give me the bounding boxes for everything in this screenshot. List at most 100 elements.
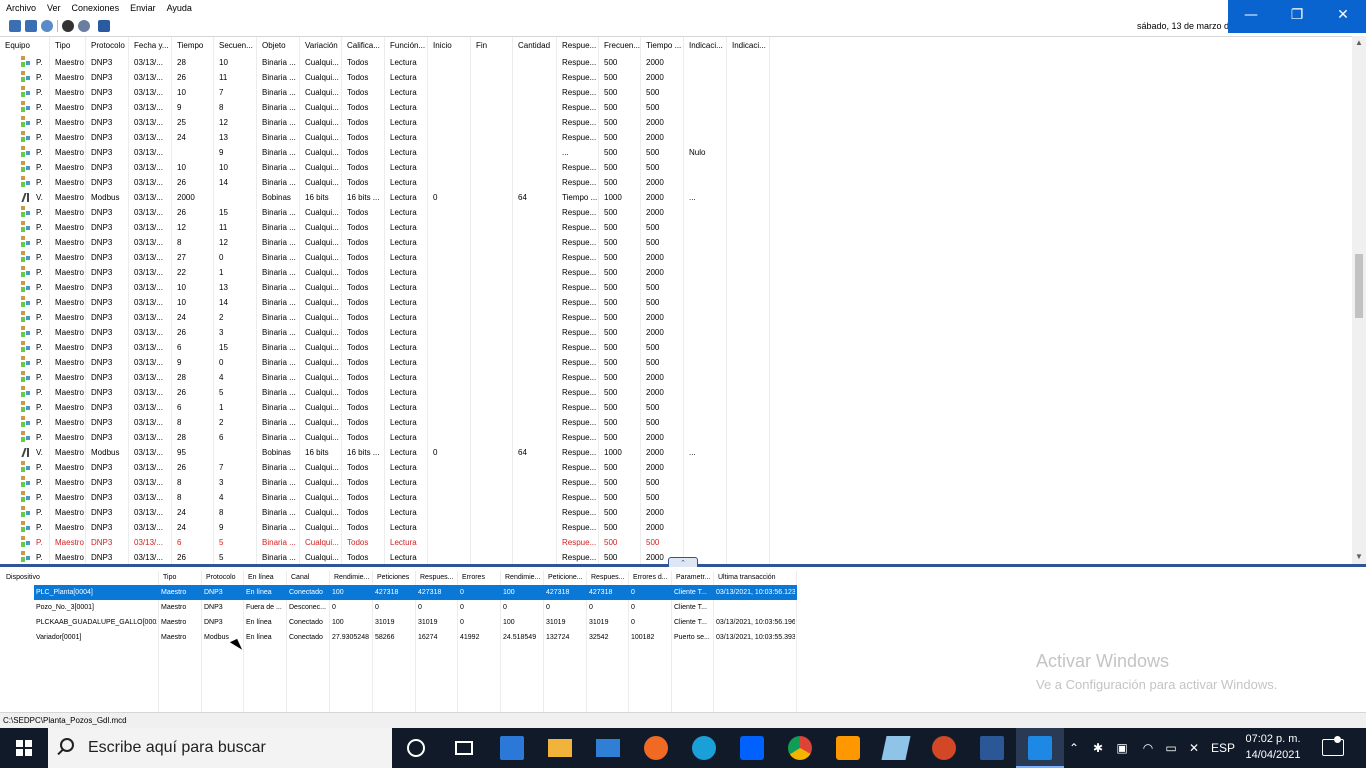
- transactions-scrollbar[interactable]: ▲ ▼: [1352, 36, 1366, 564]
- gear-icon[interactable]: [62, 20, 74, 32]
- table-row[interactable]: P. Maestro DNP3 03/13/... 6 15 Binaria ... Cual…: [0, 340, 1352, 355]
- table-row[interactable]: P. Maestro DNP3 03/13/... 22 1 Binaria ... Cual…: [0, 265, 1352, 280]
- table-row[interactable]: P. Maestro DNP3 03/13/... 26 7 Binaria ... Cual…: [0, 460, 1352, 475]
- column-header[interactable]: Peticione...: [544, 571, 587, 585]
- menu-archivo[interactable]: Archivo: [0, 0, 41, 13]
- table-row[interactable]: P. Maestro DNP3 03/13/... 24 2 Binaria ... Cual…: [0, 310, 1352, 325]
- language-indicator[interactable]: ESP: [1209, 728, 1237, 768]
- table-row[interactable]: P. Maestro DNP3 03/13/... 25 12 Binaria ... Cua…: [0, 115, 1352, 130]
- column-header[interactable]: Parametr...: [672, 571, 714, 585]
- menu-ayuda[interactable]: Ayuda: [161, 0, 197, 13]
- table-row[interactable]: P. Maestro DNP3 03/13/... 10 10 Binaria ... Cua…: [0, 160, 1352, 175]
- table-row[interactable]: V. Maestro Modbus 03/13/... 95 Bobinas 16 bits…: [0, 445, 1352, 460]
- table-row[interactable]: P. Maestro DNP3 03/13/... 9 0 Binaria ... Cualq…: [0, 355, 1352, 370]
- column-header[interactable]: Tiempo: [172, 37, 214, 55]
- column-header[interactable]: Variación: [300, 37, 342, 55]
- start-button[interactable]: [0, 728, 48, 768]
- taskbar-word[interactable]: [968, 728, 1016, 768]
- table-row[interactable]: P. Maestro DNP3 03/13/... 24 9 Binaria ... Cual…: [0, 520, 1352, 535]
- column-header[interactable]: Rendimie...: [501, 571, 544, 585]
- taskbar-edge[interactable]: [680, 728, 728, 768]
- column-header[interactable]: Ultima transacción: [714, 571, 797, 585]
- table-row[interactable]: P. Maestro DNP3 03/13/... 12 11 Binaria ... Cua…: [0, 220, 1352, 235]
- column-header[interactable]: Fin: [471, 37, 513, 55]
- column-header[interactable]: Rendimie...: [330, 571, 373, 585]
- table-row[interactable]: P. Maestro DNP3 03/13/... 10 13 Binaria ... Cua…: [0, 280, 1352, 295]
- taskbar-firefox[interactable]: [632, 728, 680, 768]
- column-header[interactable]: Dispositivo: [2, 571, 161, 585]
- cortana-button[interactable]: [392, 728, 440, 768]
- table-row[interactable]: P. Maestro DNP3 03/13/... 26 14 Binaria ... Cua…: [0, 175, 1352, 190]
- table-row[interactable]: P. Maestro DNP3 03/13/... 10 14 Binaria ... Cua…: [0, 295, 1352, 310]
- device-row[interactable]: PLC_Planta[0004] Maestro DNP3 En línea Conec…: [0, 585, 797, 600]
- device-row[interactable]: PLCKAAB_GUADALUPE_GALLO[0002] Maestro DNP3…: [0, 615, 797, 630]
- menu-ver[interactable]: Ver: [41, 0, 66, 13]
- column-header[interactable]: Objeto: [257, 37, 300, 55]
- column-header[interactable]: Tipo: [159, 571, 202, 585]
- table-row[interactable]: P. Maestro DNP3 03/13/... 28 4 Binaria ... Cual…: [0, 370, 1352, 385]
- show-hidden-icons-icon[interactable]: ⌃: [1066, 728, 1082, 768]
- monitor-list-icon[interactable]: [25, 20, 37, 32]
- table-row[interactable]: P. Maestro DNP3 03/13/... 26 5 Binaria ... Cual…: [0, 385, 1352, 400]
- taskbar-search-box[interactable]: Escribe aquí para buscar: [48, 728, 392, 768]
- restore-button[interactable]: ❐: [1274, 0, 1320, 33]
- column-header[interactable]: Equipo: [0, 37, 50, 55]
- table-row[interactable]: P. Maestro DNP3 03/13/... 8 4 Binaria ... Cualq…: [0, 490, 1352, 505]
- notifications-icon[interactable]: [1322, 739, 1344, 756]
- bluetooth-icon[interactable]: ✱: [1088, 728, 1108, 768]
- menu-enviar[interactable]: Enviar: [124, 0, 161, 13]
- column-header[interactable]: Tipo: [50, 37, 86, 55]
- table-row[interactable]: P. Maestro DNP3 03/13/... 6 1 Binaria ... Cualq…: [0, 400, 1352, 415]
- column-header[interactable]: En línea: [244, 571, 287, 585]
- table-row[interactable]: P. Maestro DNP3 03/13/... 26 11 Binaria ... Cua…: [0, 70, 1352, 85]
- column-header[interactable]: Canal: [287, 571, 330, 585]
- table-row[interactable]: V. Maestro Modbus 03/13/... 2000 Bobinas 16 bi…: [0, 190, 1352, 205]
- table-row[interactable]: P. Maestro DNP3 03/13/... 26 3 Binaria ... Cual…: [0, 325, 1352, 340]
- column-header[interactable]: Función...: [385, 37, 428, 55]
- column-header[interactable]: Tiempo ...: [641, 37, 684, 55]
- taskbar-monitor-app[interactable]: [1016, 728, 1064, 768]
- battery-icon[interactable]: ▭: [1160, 728, 1182, 768]
- column-header[interactable]: Cantidad: [513, 37, 557, 55]
- table-row[interactable]: P. Maestro DNP3 03/13/... 6 5 Binaria ... Cualq…: [0, 535, 1352, 550]
- table-row[interactable]: P. Maestro DNP3 03/13/... 8 12 Binaria ... Cual…: [0, 235, 1352, 250]
- column-header[interactable]: Califica...: [342, 37, 385, 55]
- taskbar-sublime[interactable]: [824, 728, 872, 768]
- column-header[interactable]: Errores: [458, 571, 501, 585]
- scroll-down-icon[interactable]: ▼: [1352, 550, 1366, 564]
- taskbar-chrome[interactable]: [776, 728, 824, 768]
- table-row[interactable]: P. Maestro DNP3 03/13/... 27 0 Binaria ... Cual…: [0, 250, 1352, 265]
- device-row[interactable]: Variador[0001] Maestro Modbus En línea Conec…: [0, 630, 797, 645]
- table-row[interactable]: P. Maestro DNP3 03/13/... 24 8 Binaria ... Cual…: [0, 505, 1352, 520]
- column-header[interactable]: Secuen...: [214, 37, 257, 55]
- table-row[interactable]: P. Maestro DNP3 03/13/... 28 10 Binaria ... Cua…: [0, 55, 1352, 70]
- taskbar-powerpoint[interactable]: [920, 728, 968, 768]
- column-header[interactable]: Indicaci...: [727, 37, 770, 55]
- column-header[interactable]: Fecha y...: [129, 37, 172, 55]
- column-header[interactable]: Peticiones: [373, 571, 416, 585]
- scroll-up-icon[interactable]: ▲: [1352, 36, 1366, 50]
- close-button[interactable]: ✕: [1320, 0, 1366, 33]
- task-view-button[interactable]: [440, 728, 488, 768]
- column-header[interactable]: Protocolo: [202, 571, 244, 585]
- table-row[interactable]: P. Maestro DNP3 03/13/... 8 3 Binaria ... Cualq…: [0, 475, 1352, 490]
- taskbar-store[interactable]: [488, 728, 536, 768]
- column-header[interactable]: Frecuen...: [599, 37, 641, 55]
- taskbar-notes-app[interactable]: [872, 728, 920, 768]
- table-row[interactable]: P. Maestro DNP3 03/13/... 9 Binaria ... Cualqu…: [0, 145, 1352, 160]
- devices-icon[interactable]: ▣: [1112, 728, 1132, 768]
- table-row[interactable]: P. Maestro DNP3 03/13/... 28 6 Binaria ... Cual…: [0, 430, 1352, 445]
- table-row[interactable]: P. Maestro DNP3 03/13/... 8 2 Binaria ... Cualq…: [0, 415, 1352, 430]
- refresh-icon[interactable]: [41, 20, 53, 32]
- column-header[interactable]: Inicio: [428, 37, 471, 55]
- table-row[interactable]: P. Maestro DNP3 03/13/... 26 15 Binaria ... Cua…: [0, 205, 1352, 220]
- network-icon[interactable]: [78, 20, 90, 32]
- column-header[interactable]: Respues...: [416, 571, 458, 585]
- table-row[interactable]: P. Maestro DNP3 03/13/... 10 7 Binaria ... Cual…: [0, 85, 1352, 100]
- column-header[interactable]: Indicaci...: [684, 37, 727, 55]
- column-header[interactable]: Errores d...: [629, 571, 672, 585]
- image-export-icon[interactable]: [98, 20, 110, 32]
- taskbar-mail[interactable]: [584, 728, 632, 768]
- column-header[interactable]: Protocolo: [86, 37, 129, 55]
- taskbar-clock[interactable]: 07:02 p. m. 14/04/2021: [1240, 731, 1306, 763]
